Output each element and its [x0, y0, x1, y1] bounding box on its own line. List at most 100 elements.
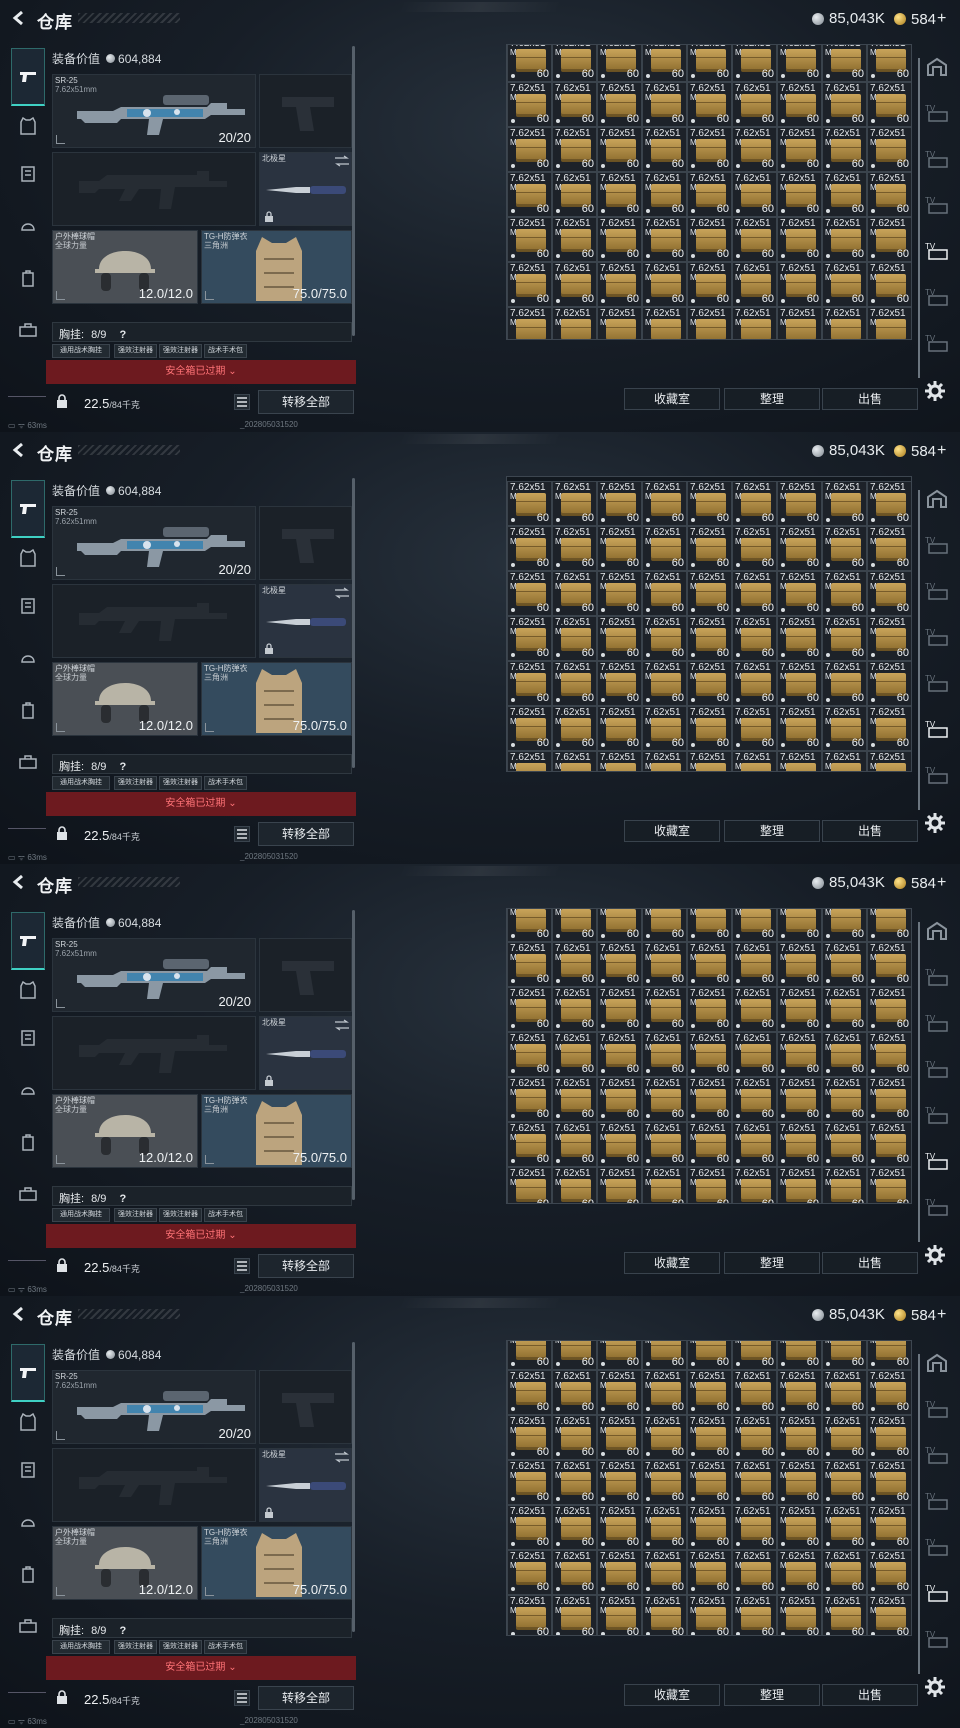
tab-armor[interactable] [12, 590, 44, 622]
chest-rig-cell[interactable]: 通用战术胸挂 [52, 776, 110, 790]
stash-ammo-item[interactable]: 7.62x51M60 [687, 45, 732, 82]
stash-tabs-scrollbar[interactable] [918, 922, 920, 1242]
stash-ammo-item[interactable]: 7.62x51M60 [552, 909, 597, 942]
equipment-scrollbar[interactable] [352, 1342, 355, 1632]
stash-ammo-item[interactable]: 7.62x51M60 [642, 1370, 687, 1415]
back-arrow-icon[interactable] [9, 8, 29, 28]
sort-button[interactable]: 整理 [724, 388, 820, 410]
stash-ammo-item[interactable]: 7.62x51M60 [507, 481, 552, 526]
collection-room-button[interactable]: 收藏室 [624, 388, 720, 410]
stash-ammo-item[interactable]: 7.62x51M60 [507, 1370, 552, 1415]
stash-ammo-item[interactable]: 7.62x51M60 [552, 1550, 597, 1595]
stash-ammo-item[interactable]: 7.62x51M60 [642, 751, 687, 771]
stash-ammo-item[interactable]: 7.62x51M60 [867, 987, 911, 1032]
stash-ammo-item[interactable]: 7.62x51M60 [822, 706, 867, 751]
stash-ammo-item[interactable]: 7.62x51M60 [552, 1460, 597, 1505]
gold-currency[interactable]: 584 + [894, 442, 946, 460]
gear-icon[interactable] [924, 380, 946, 402]
stash-ammo-item[interactable]: 7.62x51M60 [732, 751, 777, 771]
stash-ammo-item[interactable]: 7.62x51M60 [507, 1077, 552, 1122]
safebox-expired-banner[interactable]: 安全箱已过期 ⌄ [46, 792, 356, 816]
chest-rig-cell[interactable]: 通用战术胸挂 [52, 1208, 110, 1222]
stash-ammo-item[interactable]: 7.62x51M60 [867, 45, 911, 82]
stash-ammo-item[interactable]: 7.62x51M60 [642, 1595, 687, 1635]
stash-ammo-item[interactable]: 7.62x51M60 [507, 1341, 552, 1370]
stash-ammo-item[interactable]: 7.62x51M60 [642, 706, 687, 751]
stash-ammo-item[interactable]: 7.62x51M60 [777, 751, 822, 771]
stash-ammo-item[interactable]: 7.62x51M60 [597, 526, 642, 571]
stash-ammo-item[interactable]: 7.62x51M60 [822, 1077, 867, 1122]
sell-button[interactable]: 出售 [822, 820, 918, 842]
chest-rig-cell[interactable]: 战术手术包 [204, 1208, 247, 1222]
stash-ammo-item[interactable]: 7.62x51M60 [732, 616, 777, 661]
stash-ammo-item[interactable]: 7.62x51M60 [642, 1167, 687, 1203]
stash-ammo-item[interactable]: 7.62x51M60 [822, 1415, 867, 1460]
pistol-slot-empty[interactable] [259, 74, 352, 148]
stash-ammo-item[interactable]: 7.62x51M60 [867, 172, 911, 217]
stash-ammo-item[interactable]: 7.62x51M60 [732, 1167, 777, 1203]
stash-ammo-item[interactable]: 7.62x51M60 [687, 706, 732, 751]
tab-weapons[interactable] [11, 48, 45, 106]
stash-ammo-item[interactable]: 7.62x51M60 [867, 1460, 911, 1505]
stash-ammo-item[interactable]: 7.62x51M60 [867, 262, 911, 307]
stash-tabs-scrollbar[interactable] [918, 1354, 920, 1674]
stash-ammo-item[interactable]: 7.62x51M60 [597, 1595, 642, 1635]
stash-ammo-item[interactable]: 7.62x51M60 [507, 706, 552, 751]
stash-ammo-item[interactable]: 7.62x51M60 [867, 82, 911, 127]
stash-ammo-item[interactable]: 7.62x51M60 [777, 1122, 822, 1167]
pistol-slot-empty[interactable] [259, 1370, 352, 1444]
chest-rig-cell[interactable]: 强效注射器 [114, 344, 157, 358]
gold-currency[interactable]: 584 + [894, 1306, 946, 1324]
stash-ammo-item[interactable]: 7.62x51M60 [687, 616, 732, 661]
stash-ammo-item[interactable]: 7.62x51M60 [687, 172, 732, 217]
stash-ammo-item[interactable]: 7.62x51M60 [642, 526, 687, 571]
sort-button[interactable]: 整理 [724, 1252, 820, 1274]
chest-rig-cell[interactable]: 强效注射器 [159, 1208, 202, 1222]
stash-ammo-item[interactable]: 7.62x51M60 [642, 942, 687, 987]
stash-ammo-item[interactable]: 7.62x51M60 [642, 661, 687, 706]
stash-ammo-item[interactable]: 7.62x51M60 [642, 909, 687, 942]
stash-ammo-item[interactable]: 7.62x51M60 [732, 262, 777, 307]
transfer-all-button[interactable]: 转移全部 [258, 1686, 354, 1710]
chest-rig-cell[interactable]: 战术手术包 [204, 344, 247, 358]
stash-ammo-item[interactable]: 7.62x51M60 [597, 1415, 642, 1460]
stash-ammo-item[interactable]: 7.62x51M60 [867, 751, 911, 771]
stash-ammo-item[interactable]: 7.62x51M60 [867, 1341, 911, 1370]
melee-slot[interactable]: 北极星 [259, 1448, 352, 1522]
list-view-button[interactable] [234, 826, 250, 842]
stash-ammo-item[interactable]: 7.62x51M60 [507, 526, 552, 571]
stash-ammo-item[interactable]: 7.62x51M60 [777, 661, 822, 706]
stash-ammo-item[interactable]: 7.62x51M60 [642, 571, 687, 616]
stash-ammo-item[interactable]: 7.62x51M60 [732, 661, 777, 706]
tab-helmet[interactable] [12, 210, 44, 242]
stash-ammo-item[interactable]: 7.62x51M60 [777, 987, 822, 1032]
stash-ammo-item[interactable]: 7.62x51M60 [507, 262, 552, 307]
stash-ammo-item[interactable]: 7.62x51M60 [597, 571, 642, 616]
stash-ammo-item[interactable]: 7.62x51M60 [732, 1370, 777, 1415]
tab-helmet[interactable] [12, 642, 44, 674]
tab-helmet[interactable] [12, 1074, 44, 1106]
stash-ammo-item[interactable]: 7.62x51M60 [597, 751, 642, 771]
gold-currency[interactable]: 584 + [894, 10, 946, 28]
stash-ammo-item[interactable]: 7.62x51M60 [822, 1370, 867, 1415]
stash-ammo-item[interactable]: 7.62x51M60 [642, 1122, 687, 1167]
tab-case[interactable] [12, 746, 44, 778]
stash-ammo-item[interactable]: 7.62x51M60 [597, 706, 642, 751]
chest-rig-cell[interactable]: 通用战术胸挂 [52, 344, 110, 358]
stash-ammo-item[interactable]: 7.62x51M60 [867, 1505, 911, 1550]
stash-ammo-item[interactable]: 7.62x51M60 [687, 1077, 732, 1122]
stash-ammo-item[interactable]: 7.62x51M60 [597, 1077, 642, 1122]
stash-ammo-item[interactable]: 7.62x51M60 [552, 1370, 597, 1415]
chest-rig-row[interactable]: 胸挂: 8/9 ? [52, 1186, 352, 1206]
melee-slot[interactable]: 北极星 [259, 152, 352, 226]
stash-ammo-item[interactable]: 7.62x51M60 [507, 217, 552, 262]
stash-ammo-item[interactable]: 7.62x51M60 [597, 1550, 642, 1595]
stash-ammo-item[interactable]: 7.62x51M60 [687, 1122, 732, 1167]
stash-tab-5[interactable]: TV [922, 282, 952, 312]
stash-ammo-item[interactable]: 7.62x51M60 [507, 307, 552, 339]
stash-ammo-item[interactable]: 7.62x51M60 [732, 909, 777, 942]
stash-ammo-item[interactable]: 7.62x51M60 [687, 1167, 732, 1203]
stash-ammo-item[interactable]: 7.62x51M60 [507, 1122, 552, 1167]
back-arrow-icon[interactable] [9, 1304, 29, 1324]
tab-weapons[interactable] [11, 480, 45, 538]
